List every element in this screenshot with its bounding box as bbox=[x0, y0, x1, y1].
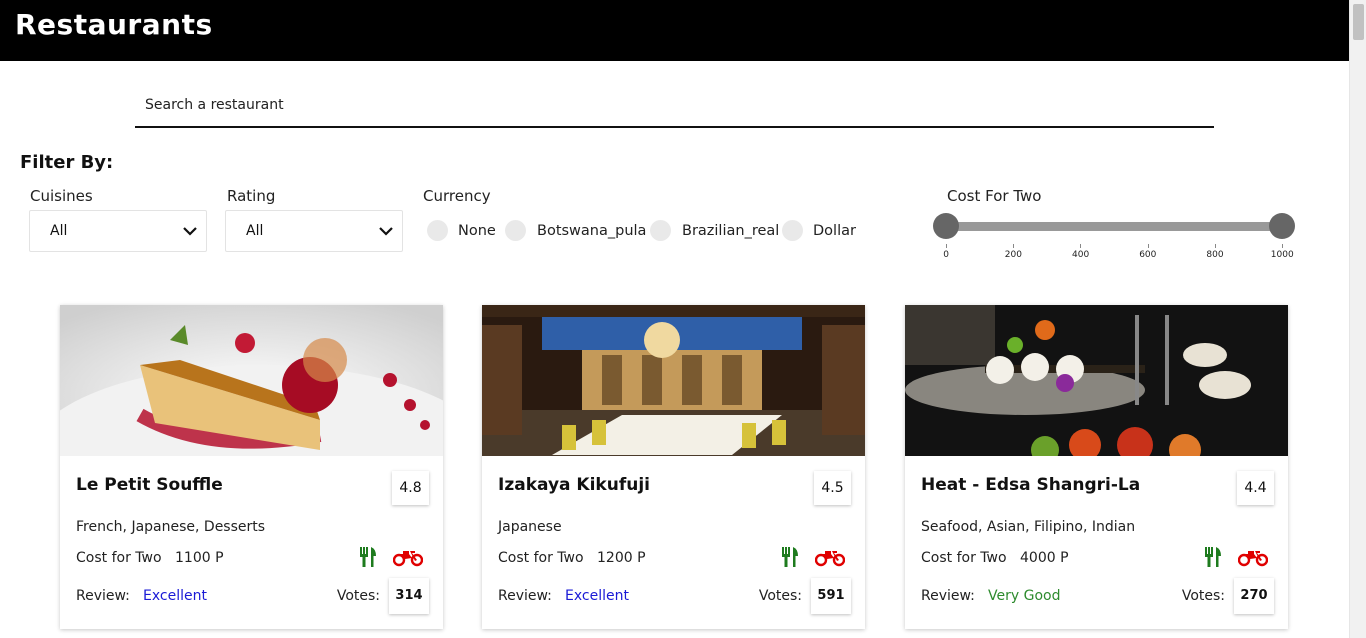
review-value: Excellent bbox=[565, 588, 629, 604]
rating-selected-value: All bbox=[246, 223, 264, 239]
app-header: Restaurants bbox=[0, 0, 1349, 61]
review-value: Excellent bbox=[143, 588, 207, 604]
slider-tick bbox=[1214, 244, 1216, 248]
slider-tick bbox=[1013, 244, 1015, 248]
delivery-icon bbox=[1238, 551, 1268, 567]
currency-radio-botswana-pula[interactable] bbox=[505, 220, 526, 241]
cost-slider-min-handle[interactable] bbox=[933, 213, 959, 239]
votes-badge: 314 bbox=[389, 578, 429, 614]
currency-radio-none[interactable] bbox=[427, 220, 448, 241]
rating-badge: 4.5 bbox=[814, 471, 851, 505]
restaurant-cuisines: Japanese bbox=[498, 519, 562, 535]
page-title: Restaurants bbox=[15, 8, 213, 41]
restaurant-name[interactable]: Izakaya Kikufuji bbox=[498, 475, 650, 495]
votes-badge: 270 bbox=[1234, 578, 1274, 614]
cost-for-two-value: 1100 P bbox=[175, 550, 224, 566]
review-label: Review: bbox=[498, 588, 552, 604]
review-label: Review: bbox=[921, 588, 975, 604]
dine-in-icon bbox=[1205, 547, 1221, 567]
restaurant-cuisines: Seafood, Asian, Filipino, Indian bbox=[921, 519, 1136, 535]
slider-tick-label: 600 bbox=[1139, 250, 1157, 260]
votes-badge: 591 bbox=[811, 578, 851, 614]
cost-for-two-label: Cost for Two bbox=[921, 550, 1007, 566]
cost-for-two-label: Cost for Two bbox=[498, 550, 584, 566]
cost-for-two-value: 1200 P bbox=[597, 550, 646, 566]
cost-for-two-label: Cost For Two bbox=[947, 187, 1042, 205]
scrollbar-thumb[interactable] bbox=[1353, 4, 1364, 40]
dessert-plate-image bbox=[60, 305, 443, 456]
delivery-icon bbox=[815, 551, 845, 567]
rating-label: Rating bbox=[227, 187, 276, 205]
chevron-down-icon bbox=[379, 227, 393, 236]
restaurant-card[interactable]: Heat - Edsa Shangri-La 4.4 Seafood, Asian,… bbox=[905, 305, 1288, 629]
slider-tick-label: 800 bbox=[1206, 250, 1224, 260]
currency-label: Currency bbox=[423, 187, 491, 205]
slider-tick-label: 400 bbox=[1072, 250, 1090, 260]
slider-tick-label: 0 bbox=[943, 250, 949, 260]
currency-radio-dollar[interactable] bbox=[782, 220, 803, 241]
votes-label: Votes: bbox=[1181, 588, 1225, 604]
page: Restaurants Filter By: Cuisines All Rati… bbox=[0, 0, 1366, 638]
search-input[interactable] bbox=[135, 86, 1214, 124]
filter-heading: Filter By: bbox=[20, 152, 114, 173]
restaurant-name[interactable]: Le Petit Souffle bbox=[76, 475, 223, 495]
cost-for-two-label: Cost for Two bbox=[76, 550, 162, 566]
dine-in-icon bbox=[360, 547, 376, 567]
slider-tick bbox=[1080, 244, 1082, 248]
restaurant-card[interactable]: Le Petit Souffle 4.8 French, Japanese, Des… bbox=[60, 305, 443, 629]
votes-label: Votes: bbox=[336, 588, 380, 604]
cuisines-selected-value: All bbox=[50, 223, 68, 239]
rating-badge: 4.4 bbox=[1237, 471, 1274, 505]
restaurant-interior-image bbox=[482, 305, 865, 456]
slider-tick bbox=[946, 244, 947, 248]
slider-tick-label: 1000 bbox=[1270, 250, 1294, 260]
currency-option-label: None bbox=[458, 223, 496, 239]
cuisines-select[interactable]: All bbox=[29, 210, 207, 252]
currency-option-label: Brazilian_real bbox=[682, 223, 780, 239]
rating-select[interactable]: All bbox=[225, 210, 403, 252]
currency-radio-brazilian-real[interactable] bbox=[650, 220, 671, 241]
restaurant-card[interactable]: Izakaya Kikufuji 4.5 Japanese Cost for Two 1… bbox=[482, 305, 865, 629]
review-label: Review: bbox=[76, 588, 130, 604]
cost-for-two-value: 4000 P bbox=[1020, 550, 1069, 566]
vertical-scrollbar[interactable] bbox=[1349, 0, 1366, 638]
slider-tick-label: 200 bbox=[1004, 250, 1022, 260]
cost-slider-max-handle[interactable] bbox=[1269, 213, 1295, 239]
delivery-icon bbox=[393, 551, 423, 567]
slider-tick bbox=[1147, 244, 1149, 248]
cost-slider-track[interactable] bbox=[946, 222, 1282, 231]
restaurant-cuisines: French, Japanese, Desserts bbox=[76, 519, 266, 535]
dine-in-icon bbox=[782, 547, 798, 567]
slider-tick bbox=[1282, 244, 1283, 248]
votes-label: Votes: bbox=[758, 588, 802, 604]
chevron-down-icon bbox=[183, 227, 197, 236]
search-bar bbox=[135, 86, 1214, 128]
restaurant-name[interactable]: Heat - Edsa Shangri-La bbox=[921, 475, 1140, 495]
cuisines-label: Cuisines bbox=[30, 187, 93, 205]
review-value: Very Good bbox=[988, 588, 1061, 604]
sushi-platter-image bbox=[905, 305, 1288, 456]
currency-option-label: Dollar bbox=[813, 223, 856, 239]
rating-badge: 4.8 bbox=[392, 471, 429, 505]
currency-option-label: Botswana_pula bbox=[537, 223, 647, 239]
